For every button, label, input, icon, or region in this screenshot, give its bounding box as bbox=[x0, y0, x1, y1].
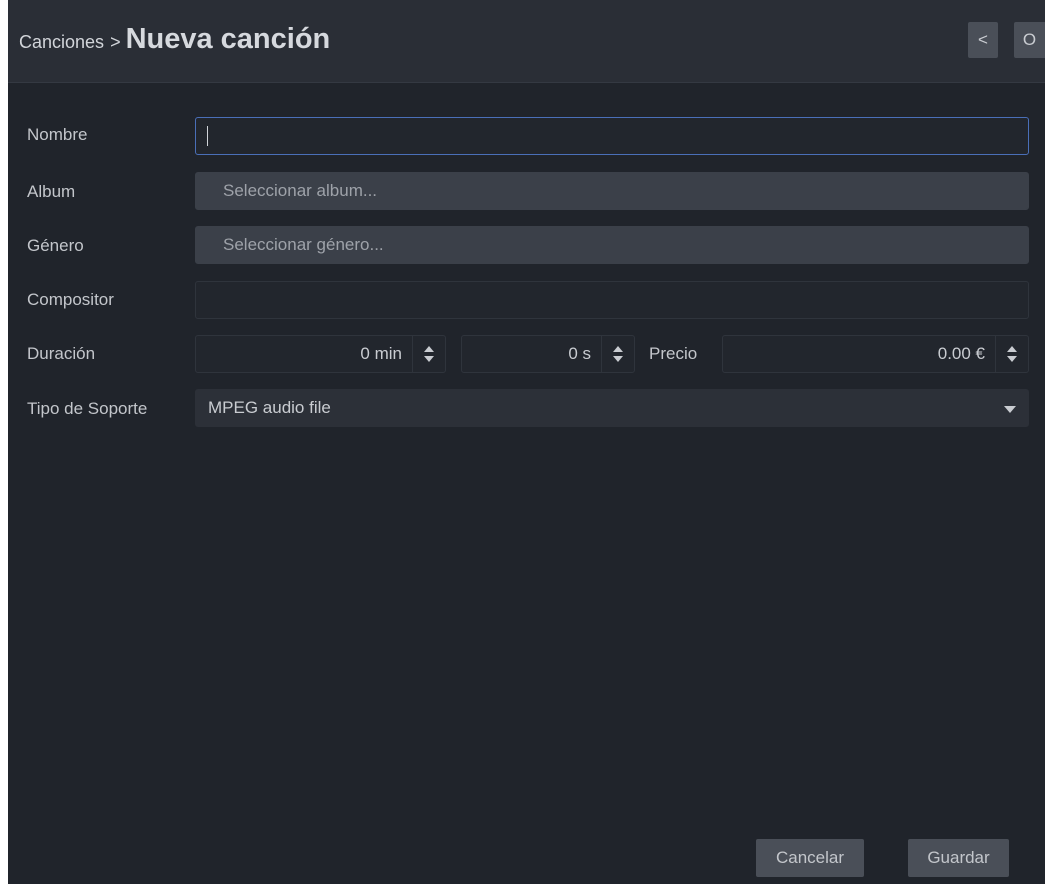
text-caret bbox=[207, 126, 208, 146]
nombre-label: Nombre bbox=[27, 125, 88, 144]
duracion-minutes-spinner[interactable]: 0 min bbox=[195, 335, 446, 373]
seconds-value: 0 s bbox=[568, 344, 591, 363]
compositor-input[interactable] bbox=[195, 281, 1029, 319]
tipo-soporte-value: MPEG audio file bbox=[208, 398, 331, 417]
genero-placeholder: Seleccionar género... bbox=[223, 235, 384, 254]
page-title: Nueva canción bbox=[125, 23, 331, 55]
album-placeholder: Seleccionar album... bbox=[223, 181, 378, 200]
breadcrumb: Canciones > Nueva canción bbox=[19, 23, 330, 59]
save-button[interactable]: Guardar bbox=[908, 839, 1009, 877]
duracion-label: Duración bbox=[27, 344, 96, 363]
genero-selector[interactable]: Seleccionar género... bbox=[195, 226, 1029, 264]
minutes-value: 0 min bbox=[360, 344, 402, 363]
genero-label: Género bbox=[27, 236, 84, 255]
nombre-input[interactable] bbox=[195, 117, 1029, 155]
previous-button[interactable]: < bbox=[968, 22, 998, 58]
precio-label: Precio bbox=[649, 344, 698, 363]
album-label: Album bbox=[27, 182, 76, 201]
cancel-button[interactable]: Cancelar bbox=[756, 839, 864, 877]
sort-up-down-icon[interactable] bbox=[412, 336, 445, 372]
duracion-seconds-spinner[interactable]: 0 s bbox=[461, 335, 635, 373]
precio-spinner[interactable]: 0.00 € bbox=[722, 335, 1029, 373]
breadcrumb-link-canciones[interactable]: Canciones bbox=[19, 32, 104, 53]
song-editor-window: Canciones > Nueva canción < O Nombre Alb… bbox=[8, 0, 1045, 884]
tipo-soporte-select[interactable]: MPEG audio file bbox=[195, 389, 1029, 427]
sort-up-down-icon[interactable] bbox=[995, 336, 1028, 372]
compositor-label: Compositor bbox=[27, 290, 114, 309]
precio-value: 0.00 € bbox=[937, 344, 985, 363]
breadcrumb-separator: > bbox=[110, 32, 121, 52]
header-action-button[interactable]: O bbox=[1014, 22, 1045, 58]
album-selector[interactable]: Seleccionar album... bbox=[195, 172, 1029, 210]
page-header: Canciones > Nueva canción < O bbox=[8, 0, 1045, 83]
caret-down-icon bbox=[1004, 398, 1016, 418]
tipo-soporte-label: Tipo de Soporte bbox=[27, 399, 148, 418]
sort-up-down-icon[interactable] bbox=[601, 336, 634, 372]
